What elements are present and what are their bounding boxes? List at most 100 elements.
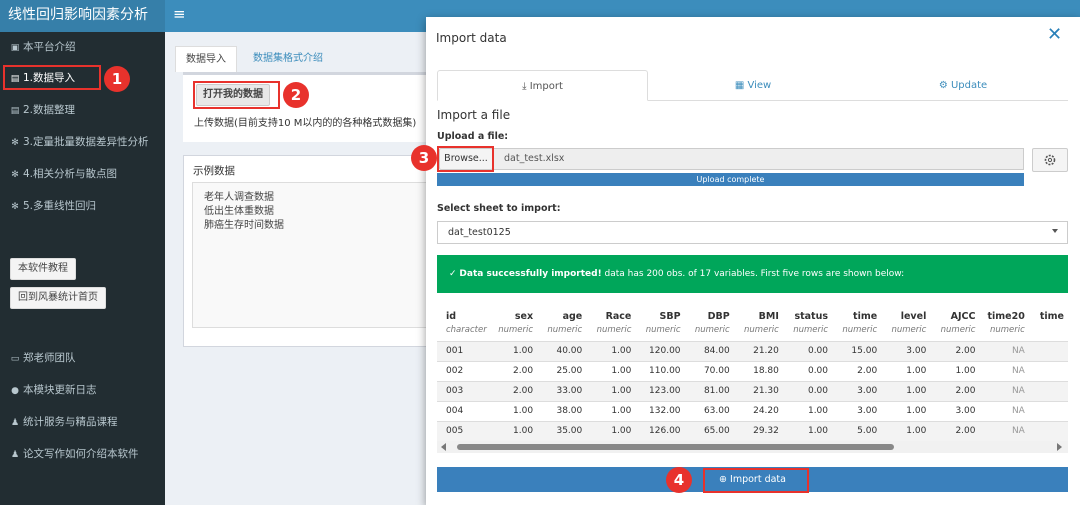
highlight-box — [3, 65, 101, 90]
sidebar-item-correlation[interactable]: ✻ 4.相关分析与散点图 — [0, 163, 165, 185]
column-header[interactable]: Race numeric — [586, 307, 635, 341]
column-header[interactable]: AJCC numeric — [930, 307, 979, 341]
hamburger-icon[interactable]: ≡ — [173, 5, 186, 23]
column-header[interactable]: sex numeric — [491, 307, 537, 341]
sidebar-item-label: 3.定量批量数据差异性分析 — [23, 136, 149, 148]
column-type: numeric — [891, 325, 927, 335]
column-header[interactable]: level numeric — [881, 307, 930, 341]
tutorial-button[interactable]: 本软件教程 — [10, 258, 76, 280]
tab-label: Import — [529, 81, 563, 92]
table-cell: 1.00 — [881, 380, 931, 401]
tab-data-import[interactable]: 数据导入 — [175, 46, 237, 72]
table-cell: 0.00 — [782, 360, 833, 381]
column-type: numeric — [547, 325, 583, 335]
table-cell: 1.00 — [490, 340, 538, 361]
column-type: numeric — [842, 325, 878, 335]
step-badge: 1 — [104, 66, 130, 92]
table-cell: 001 — [437, 340, 491, 361]
step-badge: 3 — [411, 145, 437, 171]
table-cell — [1028, 340, 1068, 361]
scroll-right-icon[interactable] — [1057, 443, 1062, 451]
database-icon: ▤ — [10, 106, 20, 116]
column-name: AJCC — [950, 311, 976, 322]
column-type: numeric — [694, 325, 730, 335]
table-cell: NA — [979, 340, 1029, 361]
example-item[interactable]: 低出生体重数据 — [204, 202, 274, 217]
highlight-box — [193, 81, 280, 109]
table-cell: 1.00 — [782, 400, 833, 421]
column-header[interactable]: DBP numeric — [685, 307, 734, 341]
column-type: numeric — [940, 325, 976, 335]
table-cell — [1028, 400, 1068, 421]
table-header-row: id character sex numeric age numeric Race numer… — [437, 307, 1068, 341]
table-cell: 1.00 — [881, 420, 931, 441]
table-cell: 1.00 — [586, 360, 636, 381]
table-cell: NA — [979, 380, 1029, 401]
column-header[interactable]: BMI numeric — [734, 307, 783, 341]
table-cell: 5.00 — [832, 420, 882, 441]
close-icon[interactable]: ✕ — [1047, 26, 1062, 44]
alert-bold: Data successfully imported! — [459, 269, 602, 279]
column-header[interactable]: status numeric — [783, 307, 832, 341]
table-cell: 3.00 — [832, 400, 882, 421]
table-cell: 2.00 — [930, 340, 980, 361]
column-header[interactable]: id character — [437, 307, 491, 341]
table-cell: 005 — [437, 420, 491, 441]
table-cell: 1.00 — [881, 400, 931, 421]
table-cell: 3.00 — [832, 380, 882, 401]
table-cell: 0.00 — [782, 380, 833, 401]
highlight-box — [703, 468, 809, 493]
table-cell: 126.00 — [635, 420, 685, 441]
column-type: character — [446, 325, 487, 335]
home-button[interactable]: 回到风暴统计首页 — [10, 287, 106, 309]
column-header[interactable]: SBP numeric — [635, 307, 684, 341]
tab-format-intro[interactable]: 数据集格式介绍 — [243, 46, 333, 72]
table-cell: 0.00 — [782, 340, 833, 361]
sidebar-item-data-cleaning[interactable]: ▤ 2.数据整理 — [0, 99, 165, 121]
sidebar-item-intro[interactable]: ▣ 本平台介绍 — [0, 36, 165, 58]
sidebar-item-team[interactable]: ▭ 郑老师团队 — [0, 347, 165, 369]
sidebar-item-services[interactable]: ♟ 统计服务与精品课程 — [0, 411, 165, 433]
table-cell: 3.00 — [930, 400, 980, 421]
scrollbar-thumb[interactable] — [457, 444, 894, 450]
sidebar-item-citation[interactable]: ♟ 论文写作如何介绍本软件 — [0, 443, 165, 465]
column-header[interactable]: time20 numeric — [979, 307, 1028, 341]
gear-icon — [1044, 154, 1056, 166]
settings-button[interactable] — [1032, 148, 1068, 172]
sidebar-item-changelog[interactable]: ● 本模块更新日志 — [0, 379, 165, 401]
tab-update[interactable]: ⚙ Update — [858, 70, 1068, 101]
sidebar-item-regression[interactable]: ✻ 5.多重线性回归 — [0, 195, 165, 217]
table-body: 001 1.00 40.00 1.00 120.00 84.00 21.20 0.00 15.0… — [437, 340, 1068, 441]
table-cell: 1.00 — [586, 340, 636, 361]
table-cell: 003 — [437, 380, 491, 401]
scroll-left-icon[interactable] — [441, 443, 446, 451]
table-row: 004 1.00 38.00 1.00 132.00 63.00 24.20 1.00 3.00… — [437, 400, 1068, 421]
check-icon: ✓ — [449, 269, 460, 279]
app-title: 线性回归影响因素分析 — [0, 0, 165, 32]
example-item[interactable]: 肺癌生存时间数据 — [204, 216, 284, 231]
gears-icon: ✻ — [11, 170, 19, 180]
column-name: level — [900, 311, 927, 322]
column-header[interactable]: age numeric — [537, 307, 586, 341]
sheet-select[interactable]: dat_test0125 — [437, 221, 1068, 244]
desktop-icon: ▭ — [10, 354, 20, 364]
table-cell: 2.00 — [832, 360, 882, 381]
column-header[interactable]: time — [1029, 307, 1068, 341]
section-title: Import a file — [437, 108, 511, 122]
table-cell: 40.00 — [537, 340, 587, 361]
column-name: time20 — [987, 311, 1025, 322]
tab-import[interactable]: ⤓ Import — [437, 70, 648, 101]
column-type: numeric — [744, 325, 779, 335]
sidebar-item-label: 2.数据整理 — [23, 104, 76, 116]
sidebar-item-diff-analysis[interactable]: ✻ 3.定量批量数据差异性分析 — [0, 131, 165, 153]
table-cell: NA — [979, 420, 1029, 441]
table-cell: 15.00 — [832, 340, 882, 361]
table-cell: 84.00 — [684, 340, 734, 361]
table-cell: NA — [979, 360, 1029, 381]
table-cell: 123.00 — [635, 380, 685, 401]
preview-table: id character sex numeric age numeric Race numer… — [437, 307, 1068, 441]
tab-view[interactable]: ▦ View — [648, 70, 858, 101]
example-item[interactable]: 老年人调查数据 — [204, 188, 274, 203]
table-cell: 1.00 — [490, 420, 538, 441]
column-header[interactable]: time numeric — [832, 307, 881, 341]
